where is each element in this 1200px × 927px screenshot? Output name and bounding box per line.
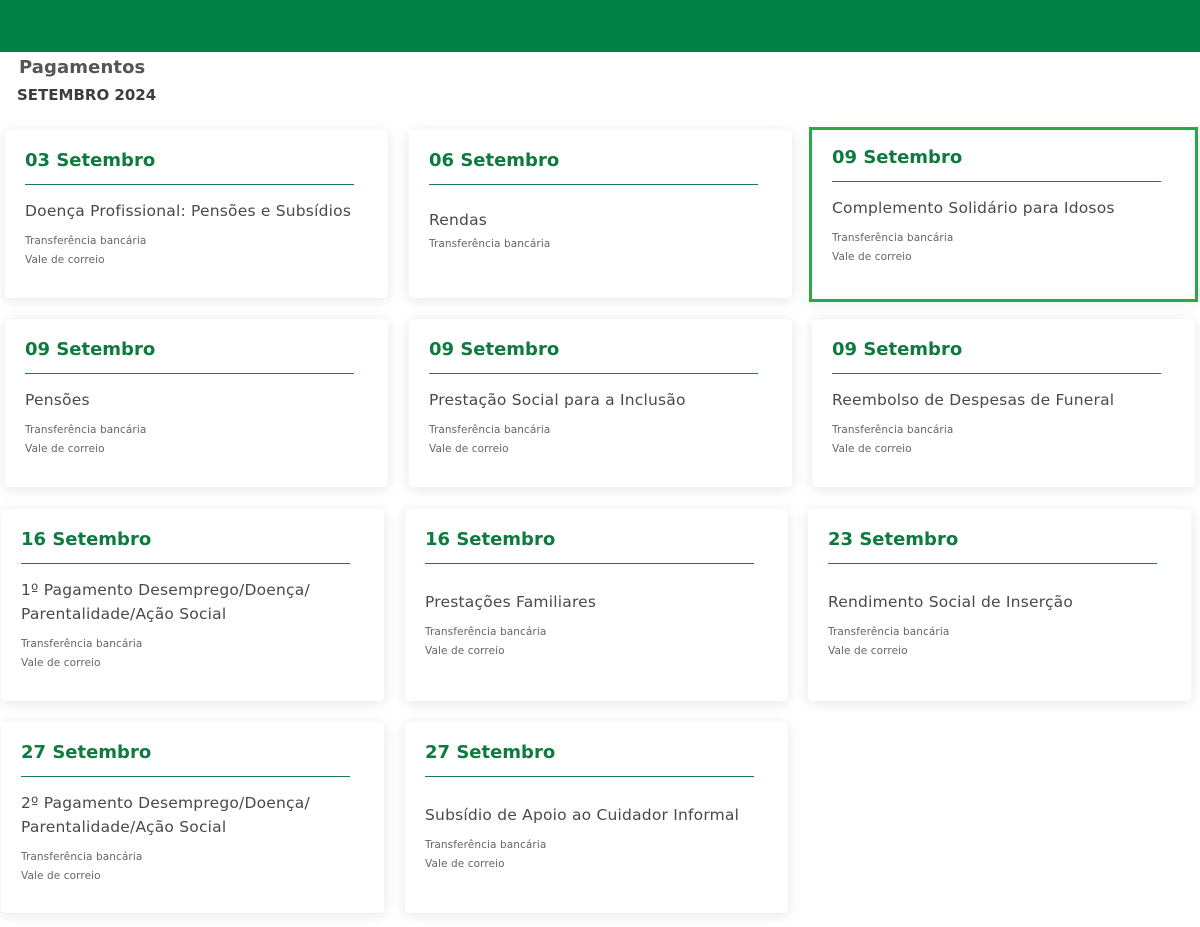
card-title: Rendimento Social de Inserção — [828, 592, 1074, 611]
card-title: Rendas — [429, 210, 488, 229]
payment-card[interactable]: 09 Setembro Pensões Transferência bancár… — [5, 319, 388, 487]
card-title: Doença Profissional: Pensões e Subsídios — [25, 201, 352, 220]
card-date: 09 Setembro — [25, 339, 156, 360]
card-divider — [429, 373, 758, 374]
card-divider — [429, 184, 758, 185]
card-date: 16 Setembro — [425, 529, 556, 550]
card-title: 1º Pagamento Desemprego/Doença/ Parental… — [21, 580, 310, 623]
payment-method: Vale de correio — [832, 443, 912, 455]
payment-method: Vale de correio — [425, 645, 505, 657]
card-title: Prestações Familiares — [425, 592, 597, 611]
payment-method: Vale de correio — [25, 443, 105, 455]
card-date: 09 Setembro — [832, 339, 963, 360]
payment-method: Vale de correio — [425, 858, 505, 870]
card-date: 06 Setembro — [429, 150, 560, 171]
card-date: 27 Setembro — [425, 742, 556, 763]
payment-card-selected[interactable]: 09 Setembro Complemento Solidário para I… — [809, 127, 1198, 302]
card-divider — [25, 184, 354, 185]
card-divider — [21, 563, 350, 564]
payment-method: Vale de correio — [25, 254, 105, 266]
payment-card[interactable]: 27 Setembro 2º Pagamento Desemprego/Doen… — [1, 722, 384, 913]
payment-card[interactable]: 16 Setembro 1º Pagamento Desemprego/Doen… — [1, 509, 384, 701]
payment-card[interactable]: 16 Setembro Prestações Familiares Transf… — [405, 509, 788, 701]
card-title: Reembolso de Despesas de Funeral — [832, 390, 1115, 409]
payment-method: Transferência bancária — [25, 235, 147, 247]
payment-method: Transferência bancária — [832, 232, 954, 244]
card-title: Pensões — [25, 390, 90, 409]
payment-method: Transferência bancária — [832, 424, 954, 436]
page-title: Pagamentos — [19, 57, 146, 78]
payment-card[interactable]: 27 Setembro Subsídio de Apoio ao Cuidado… — [405, 722, 788, 913]
card-divider — [832, 181, 1161, 182]
payment-method: Transferência bancária — [21, 851, 143, 863]
card-divider — [25, 373, 354, 374]
card-title: 2º Pagamento Desemprego/Doença/ Parental… — [21, 793, 310, 836]
payment-method: Transferência bancária — [429, 238, 551, 250]
card-divider — [21, 776, 350, 777]
card-divider — [828, 563, 1157, 564]
card-date: 16 Setembro — [21, 529, 152, 550]
payment-method: Transferência bancária — [429, 424, 551, 436]
payment-card[interactable]: 23 Setembro Rendimento Social de Inserçã… — [808, 509, 1191, 701]
header-bar — [0, 0, 1200, 52]
payment-method: Transferência bancária — [21, 638, 143, 650]
card-date: 09 Setembro — [429, 339, 560, 360]
card-date: 27 Setembro — [21, 742, 152, 763]
page-subtitle: SETEMBRO 2024 — [17, 86, 157, 104]
payment-method: Vale de correio — [21, 657, 101, 669]
card-divider — [832, 373, 1161, 374]
card-date: 23 Setembro — [828, 529, 959, 550]
payment-method: Vale de correio — [21, 870, 101, 882]
payment-method: Transferência bancária — [828, 626, 950, 638]
payment-method: Vale de correio — [828, 645, 908, 657]
payment-card[interactable]: 03 Setembro Doença Profissional: Pensões… — [5, 130, 388, 298]
payment-method: Vale de correio — [832, 251, 912, 263]
payment-method: Vale de correio — [429, 443, 509, 455]
card-divider — [425, 563, 754, 564]
payment-method: Transferência bancária — [25, 424, 147, 436]
card-divider — [425, 776, 754, 777]
payment-method: Transferência bancária — [425, 626, 547, 638]
card-title: Complemento Solidário para Idosos — [832, 198, 1115, 217]
payment-card[interactable]: 09 Setembro Reembolso de Despesas de Fun… — [812, 319, 1195, 487]
card-title: Subsídio de Apoio ao Cuidador Informal — [425, 805, 740, 824]
card-date: 09 Setembro — [832, 147, 963, 168]
card-date: 03 Setembro — [25, 150, 156, 171]
payment-card[interactable]: 06 Setembro Rendas Transferência bancári… — [409, 130, 792, 298]
payment-method: Transferência bancária — [425, 839, 547, 851]
payment-card[interactable]: 09 Setembro Prestação Social para a Incl… — [409, 319, 792, 487]
card-title: Prestação Social para a Inclusão — [429, 390, 686, 409]
